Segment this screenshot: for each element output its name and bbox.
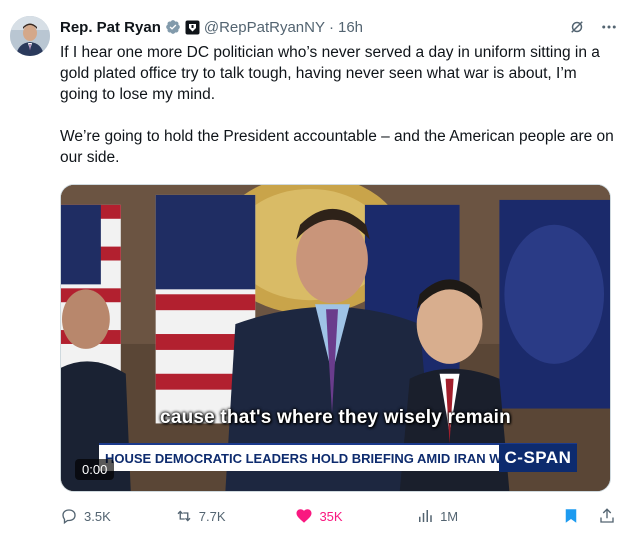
video-caption: cause that's where they wisely remain xyxy=(160,407,511,428)
tweet-paragraph-1: If I hear one more DC politician who’s n… xyxy=(60,44,600,103)
avatar-image xyxy=(10,16,50,56)
share-icon xyxy=(600,508,614,523)
view-count: 1M xyxy=(440,508,459,524)
news-chyron: HOUSE DEMOCRATIC LEADERS HOLD BRIEFING A… xyxy=(99,443,577,472)
verified-badge-icon[interactable] xyxy=(165,19,181,35)
reply-button[interactable]: 3.5K xyxy=(60,507,175,525)
avatar[interactable] xyxy=(10,16,50,56)
share-button[interactable] xyxy=(598,507,616,525)
separator-dot: · xyxy=(329,18,334,36)
author-name[interactable]: Rep. Pat Ryan xyxy=(60,19,161,36)
grok-icon[interactable] xyxy=(568,18,586,36)
chyron-text: HOUSE DEMOCRATIC LEADERS HOLD BRIEFING A… xyxy=(105,450,499,466)
cspan-logo: C-SPAN xyxy=(499,444,577,472)
heart-icon xyxy=(296,509,312,523)
like-count: 35K xyxy=(319,508,343,524)
action-bar: 3.5K 7.7K 35K 1M xyxy=(60,505,616,527)
video-player[interactable]: cause that's where they wisely remain HO… xyxy=(60,184,611,492)
reply-icon xyxy=(62,509,76,525)
repost-count: 7.7K xyxy=(198,508,226,524)
video-timestamp: 0:00 xyxy=(75,459,115,480)
views-icon xyxy=(419,510,432,522)
government-affiliate-icon[interactable] xyxy=(185,20,200,35)
views-button[interactable]: 1M xyxy=(416,507,562,525)
reply-count: 3.5K xyxy=(84,508,111,524)
like-button[interactable]: 35K xyxy=(295,507,416,525)
repost-icon xyxy=(177,510,191,522)
tweet-paragraph-2: We’re going to hold the President accoun… xyxy=(60,128,614,166)
more-icon[interactable] xyxy=(600,18,618,36)
bookmark-button[interactable] xyxy=(562,507,580,525)
tweet-header: Rep. Pat Ryan @RepPatRyanNY · 16h xyxy=(60,16,618,38)
post-time[interactable]: 16h xyxy=(338,19,363,36)
author-handle[interactable]: @RepPatRyanNY xyxy=(204,19,325,36)
repost-button[interactable]: 7.7K xyxy=(175,507,296,525)
bookmark-icon xyxy=(565,509,577,523)
tweet-text: If I hear one more DC politician who’s n… xyxy=(60,42,616,168)
